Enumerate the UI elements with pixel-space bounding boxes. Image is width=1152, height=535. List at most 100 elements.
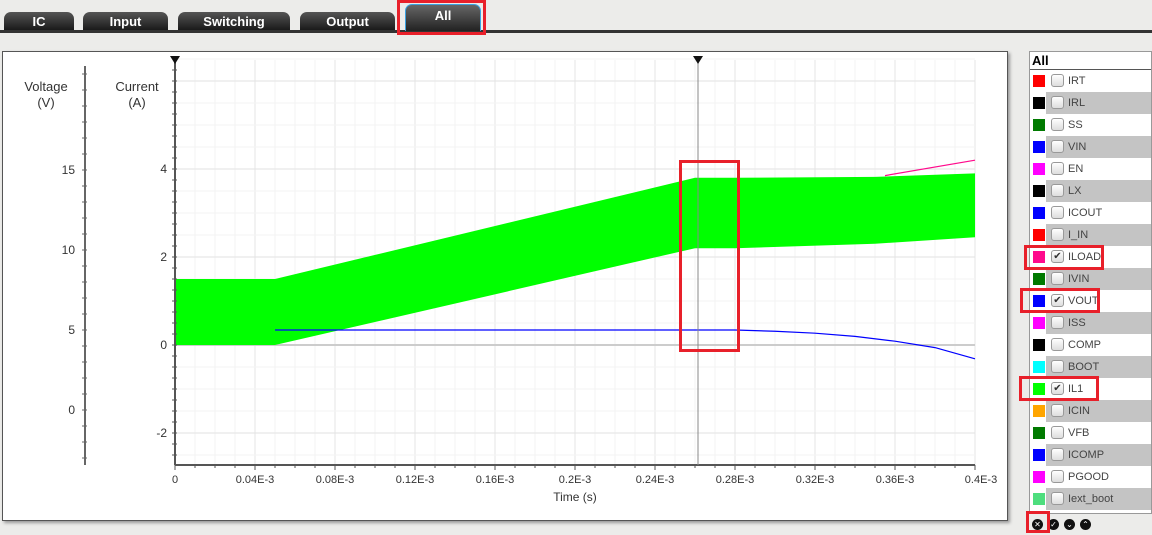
x-tick-label: 0.04E-3 <box>236 474 275 486</box>
voltage-axis-unit: (V) <box>37 95 54 110</box>
tab-ic[interactable]: IC <box>4 12 74 30</box>
legend-item-pgood[interactable]: PGOOD <box>1030 466 1151 488</box>
legend-label: Iext_boot <box>1068 493 1114 505</box>
color-swatch <box>1033 493 1045 505</box>
color-swatch <box>1033 75 1045 87</box>
voltage-tick-label: 5 <box>68 323 75 337</box>
legend-label: ICIN <box>1068 405 1090 417</box>
legend-label: IRL <box>1068 97 1086 109</box>
color-swatch <box>1033 163 1045 175</box>
series-checkbox[interactable] <box>1051 338 1064 351</box>
legend-title: All <box>1030 52 1151 70</box>
legend-item-il1[interactable]: ✔ IL1 <box>1030 378 1151 400</box>
legend-label: PGOOD <box>1068 471 1109 483</box>
series-checkbox[interactable] <box>1051 426 1064 439</box>
legend-label: ISS <box>1068 317 1086 329</box>
legend-label: COMP <box>1068 339 1101 351</box>
legend-item-icout[interactable]: ICOUT <box>1030 202 1151 224</box>
legend-item-ivin[interactable]: IVIN <box>1030 268 1151 290</box>
legend-label: BOOT <box>1068 361 1100 373</box>
cursor-handle[interactable] <box>170 56 180 64</box>
x-tick-label: 0.16E-3 <box>476 474 515 486</box>
legend-item-irl[interactable]: IRL <box>1030 92 1151 114</box>
series-checkbox[interactable] <box>1051 74 1064 87</box>
legend-label: VIN <box>1068 141 1087 153</box>
legend-label: VOUT <box>1068 295 1099 307</box>
series-checkbox[interactable] <box>1051 492 1064 505</box>
series-checkbox[interactable] <box>1051 206 1064 219</box>
legend-item-iload[interactable]: ✔ ILOAD <box>1030 246 1151 268</box>
legend-item-iss[interactable]: ISS <box>1030 312 1151 334</box>
waveform-chart[interactable]: 4 2 0 -2 15 10 5 0 0 0.04E-3 0.08E-3 0.12E-3 0.16E-3… <box>3 52 1007 520</box>
color-swatch <box>1033 361 1045 373</box>
series-checkbox[interactable] <box>1051 96 1064 109</box>
color-swatch <box>1033 317 1045 329</box>
collapse-up-icon[interactable]: ⌃ <box>1080 519 1091 530</box>
color-swatch <box>1033 449 1045 461</box>
color-swatch <box>1033 273 1045 285</box>
series-checkbox[interactable] <box>1051 470 1064 483</box>
legend-item-comp[interactable]: COMP <box>1030 334 1151 356</box>
legend-item-icin[interactable]: ICIN <box>1030 400 1151 422</box>
x-tick-label: 0.36E-3 <box>876 474 915 486</box>
legend-label: ICOUT <box>1068 207 1103 219</box>
legend-item-ss[interactable]: SS <box>1030 114 1151 136</box>
voltage-tick-label: 0 <box>68 403 75 417</box>
color-swatch <box>1033 97 1045 109</box>
color-swatch <box>1033 339 1045 351</box>
color-swatch <box>1033 383 1045 395</box>
legend-item-iext_boot[interactable]: Iext_boot <box>1030 488 1151 510</box>
color-swatch <box>1033 119 1045 131</box>
tab-switching[interactable]: Switching <box>178 12 290 30</box>
series-checkbox[interactable] <box>1051 316 1064 329</box>
expand-down-icon[interactable]: ⌄ <box>1064 519 1075 530</box>
tab-all[interactable]: All <box>405 4 481 31</box>
legend-item-irt[interactable]: IRT <box>1030 70 1151 92</box>
legend-label: IRT <box>1068 75 1086 87</box>
legend-item-boot[interactable]: BOOT <box>1030 356 1151 378</box>
current-tick-label: 4 <box>160 162 167 176</box>
legend-label: VFB <box>1068 427 1090 439</box>
legend-item-vout[interactable]: ✔ VOUT <box>1030 290 1151 312</box>
current-tick-label: 0 <box>160 338 167 352</box>
series-checkbox[interactable]: ✔ <box>1051 294 1064 307</box>
legend-item-vin[interactable]: VIN <box>1030 136 1151 158</box>
chart-panel: 4 2 0 -2 15 10 5 0 0 0.04E-3 0.08E-3 0.12E-3 0.16E-3… <box>2 51 1008 521</box>
color-swatch <box>1033 471 1045 483</box>
legend-item-lx[interactable]: LX <box>1030 180 1151 202</box>
check-all-icon[interactable]: ✓ <box>1048 519 1059 530</box>
x-tick-label: 0 <box>172 474 178 486</box>
x-axis-label: Time (s) <box>553 490 597 504</box>
voltage-tick-label: 10 <box>62 243 76 257</box>
legend-label: ICOMP <box>1068 449 1105 461</box>
legend-item-i_in[interactable]: I_IN <box>1030 224 1151 246</box>
series-checkbox[interactable] <box>1051 272 1064 285</box>
series-checkbox[interactable] <box>1051 140 1064 153</box>
series-checkbox[interactable] <box>1051 162 1064 175</box>
series-checkbox[interactable] <box>1051 360 1064 373</box>
color-swatch <box>1033 185 1045 197</box>
tab-bar: IC Input Switching Output All <box>0 0 1152 33</box>
current-tick-label: -2 <box>156 426 167 440</box>
color-swatch <box>1033 251 1045 263</box>
clear-all-icon[interactable]: ✕ <box>1032 519 1043 530</box>
legend-label: SS <box>1068 119 1083 131</box>
series-checkbox[interactable] <box>1051 404 1064 417</box>
legend-label: EN <box>1068 163 1084 175</box>
series-checkbox[interactable] <box>1051 228 1064 241</box>
series-checkbox[interactable]: ✔ <box>1051 250 1064 263</box>
x-tick-label: 0.4E-3 <box>965 474 997 486</box>
legend-item-icomp[interactable]: ICOMP <box>1030 444 1151 466</box>
series-checkbox[interactable]: ✔ <box>1051 382 1064 395</box>
x-tick-label: 0.08E-3 <box>316 474 355 486</box>
legend-label: LX <box>1068 185 1082 197</box>
series-checkbox[interactable] <box>1051 448 1064 461</box>
series-checkbox[interactable] <box>1051 118 1064 131</box>
legend-item-en[interactable]: EN <box>1030 158 1151 180</box>
legend-buttons: ✕ ✓ ⌄ ⌃ <box>1032 514 1096 532</box>
tab-output[interactable]: Output <box>300 12 395 30</box>
voltage-tick-label: 15 <box>62 163 76 177</box>
series-checkbox[interactable] <box>1051 184 1064 197</box>
legend-item-vfb[interactable]: VFB <box>1030 422 1151 444</box>
tab-input[interactable]: Input <box>83 12 168 30</box>
